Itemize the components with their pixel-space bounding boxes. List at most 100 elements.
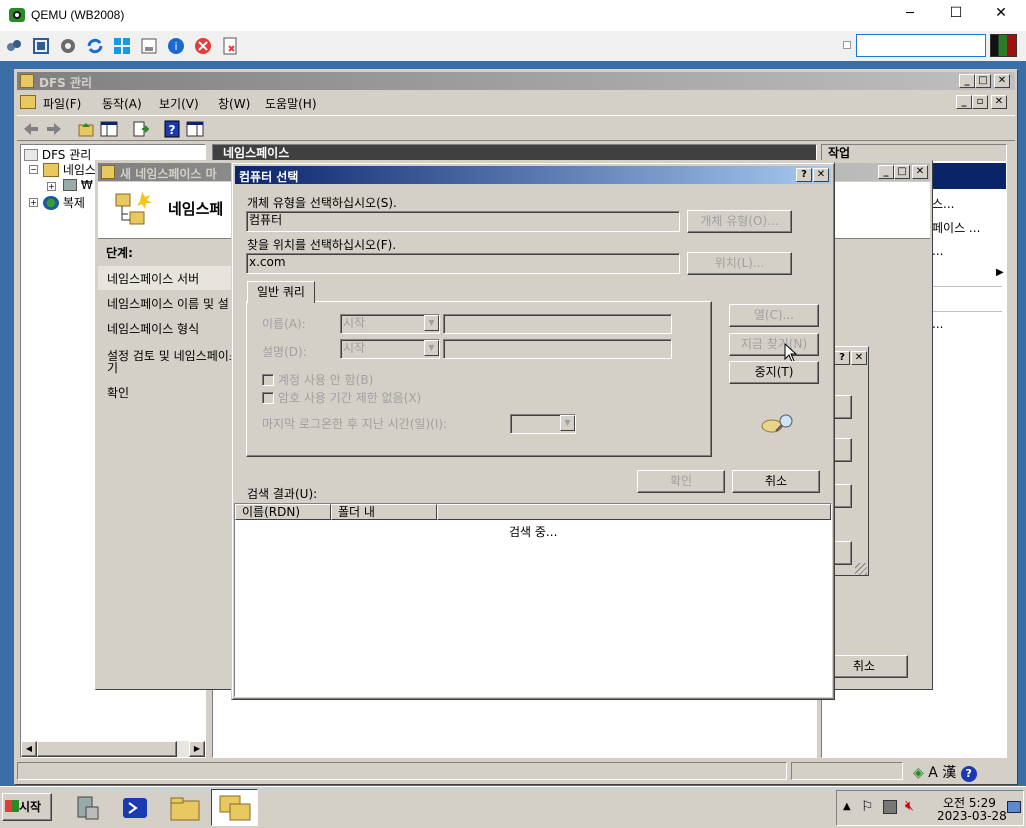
tray-date[interactable]: 2023-03-28: [937, 809, 1007, 823]
disk-icon[interactable]: [140, 37, 158, 55]
show-hide-tree-icon[interactable]: [100, 120, 118, 138]
tab-general-query[interactable]: 일반 쿼리: [247, 281, 315, 303]
export-list-icon[interactable]: [132, 120, 150, 138]
taskbar-dfs-button[interactable]: [211, 789, 258, 826]
properties-pane-icon[interactable]: [186, 120, 204, 138]
info-icon[interactable]: i: [167, 37, 185, 55]
subdialog-btn-1[interactable]: [832, 395, 852, 419]
dfs-close-button[interactable]: ✕: [994, 74, 1010, 88]
tray-flag-icon[interactable]: ⚐: [861, 799, 874, 815]
ime-hanja-icon[interactable]: 漢: [942, 765, 956, 781]
mdi-restore-button[interactable]: ▫: [972, 95, 988, 109]
menu-file[interactable]: 파일(F): [43, 95, 81, 112]
language-icon[interactable]: ◈: [913, 765, 924, 781]
last-logon-select[interactable]: ▼: [510, 414, 576, 434]
tray-network-icon[interactable]: [883, 800, 897, 814]
tree-expander-ns[interactable]: −: [29, 165, 38, 174]
qemu-close-button[interactable]: ✕: [986, 5, 1016, 21]
doc-close-icon[interactable]: [221, 37, 239, 55]
dialog-titlebar: 컴퓨터 선택 ? ✕: [235, 166, 831, 184]
menu-view[interactable]: 보기(V): [159, 95, 199, 112]
dialog-close-button[interactable]: ✕: [813, 168, 829, 182]
action-item-4[interactable]: ...: [932, 317, 943, 331]
svg-text:i: i: [174, 40, 177, 53]
menu-window[interactable]: 창(W): [218, 95, 250, 112]
wizard-maximize-button[interactable]: □: [894, 165, 910, 179]
windows-logo-icon[interactable]: [113, 37, 131, 55]
tree-node-ns-child[interactable]: ₩: [63, 178, 93, 192]
ns-server-icon: [63, 179, 77, 191]
search-flashlight-icon: [760, 411, 796, 440]
find-now-button[interactable]: 지금 찾기(N): [729, 333, 819, 356]
name-operator-select[interactable]: 시작 ▼: [340, 314, 440, 334]
col-header-name[interactable]: 이름(RDN): [235, 504, 331, 520]
gears-icon[interactable]: [5, 37, 23, 55]
ime-help-icon[interactable]: ?: [960, 766, 977, 782]
start-button[interactable]: 시작: [2, 793, 52, 821]
fullscreen-icon[interactable]: [32, 37, 50, 55]
subdialog-btn-3[interactable]: [832, 484, 852, 508]
quicklaunch-server-manager-icon[interactable]: [72, 793, 102, 823]
refresh-icon[interactable]: [86, 37, 104, 55]
location-button[interactable]: 위치(L)...: [687, 252, 792, 275]
name-value-input[interactable]: [443, 314, 672, 334]
forward-arrow-icon[interactable]: [45, 120, 63, 138]
action-item-1[interactable]: 스...: [932, 195, 954, 212]
wizard-minimize-button[interactable]: _: [878, 165, 894, 179]
scroll-left-arrow[interactable]: ◀: [21, 741, 37, 757]
tray-volume-muted-icon[interactable]: 🔇︎: [905, 798, 914, 814]
dialog-help-button[interactable]: ?: [796, 168, 812, 182]
tree-node-replication[interactable]: 복제: [43, 194, 85, 211]
col-header-folder[interactable]: 폴더 내: [331, 504, 437, 520]
description-value-input[interactable]: [443, 339, 672, 359]
subdialog-close-button[interactable]: ✕: [851, 351, 867, 365]
tray-show-desktop-icon[interactable]: [1007, 801, 1021, 813]
object-type-field: 컴퓨터: [246, 211, 680, 232]
action-item-2[interactable]: 페이스 ...: [932, 219, 980, 236]
menu-action[interactable]: 동작(A): [102, 95, 142, 112]
subdialog-btn-4[interactable]: [832, 541, 852, 565]
stop-button[interactable]: 중지(T): [729, 361, 819, 384]
wizard-title: 새 네임스페이스 마: [120, 167, 217, 181]
tree-expander-rep[interactable]: +: [29, 198, 38, 207]
chk-non-expiring-password[interactable]: 암호 사용 기간 제한 없음(X): [262, 389, 421, 406]
qemu-search-input[interactable]: [856, 34, 986, 57]
stop-icon[interactable]: [194, 37, 212, 55]
cancel-button[interactable]: 취소: [732, 470, 820, 493]
help-book-icon[interactable]: ?: [163, 120, 181, 138]
back-arrow-icon[interactable]: [22, 120, 40, 138]
status-ime-icons[interactable]: ◈ A 漢 ?: [913, 762, 1013, 782]
wizard-step-3: 네임스페이스 형식: [107, 322, 200, 336]
mdi-minimize-button[interactable]: _: [956, 95, 972, 109]
mdi-close-button[interactable]: ✕: [991, 95, 1007, 109]
qemu-maximize-button[interactable]: ☐: [941, 5, 971, 21]
dfs-minimize-button[interactable]: _: [959, 74, 975, 88]
menu-help[interactable]: 도움말(H): [265, 95, 317, 112]
object-type-button[interactable]: 개체 유형(O)...: [687, 210, 792, 233]
scroll-right-arrow[interactable]: ▶: [189, 741, 205, 757]
columns-button[interactable]: 열(C)...: [729, 304, 819, 327]
tree-hscrollbar[interactable]: ◀ ▶: [21, 741, 205, 757]
action-item-3[interactable]: ...: [932, 244, 943, 258]
dfs-menubar: 파일(F) 동작(A) 보기(V) 창(W) 도움말(H) _ ▫ ✕: [17, 92, 1015, 112]
tree-node-namespaces[interactable]: 네임스: [43, 161, 96, 178]
qemu-minimize-button[interactable]: ─: [895, 6, 925, 21]
quicklaunch-explorer-icon[interactable]: [168, 793, 202, 823]
scroll-thumb[interactable]: [37, 741, 177, 757]
tray-expand-icon[interactable]: ▲: [843, 801, 851, 812]
wizard-heading: 네임스페: [168, 200, 224, 218]
ok-button[interactable]: 확인: [637, 470, 725, 493]
chk-disabled-accounts[interactable]: 계정 사용 안 함(B): [262, 371, 373, 388]
subdialog-btn-2[interactable]: [832, 438, 852, 462]
dfs-maximize-button[interactable]: □: [975, 74, 991, 88]
ime-a-icon[interactable]: A: [928, 765, 938, 781]
qemu-title: QEMU (WB2008): [31, 8, 125, 22]
settings-gear-icon[interactable]: [59, 37, 77, 55]
resize-grip-icon[interactable]: [855, 563, 867, 575]
tree-expander-ns-child[interactable]: +: [47, 182, 56, 191]
description-operator-select[interactable]: 시작 ▼: [340, 339, 440, 359]
subdialog-help-button[interactable]: ?: [834, 351, 850, 365]
quicklaunch-powershell-icon[interactable]: [120, 793, 150, 823]
wizard-close-button[interactable]: ✕: [912, 165, 928, 179]
up-folder-icon[interactable]: [77, 120, 95, 138]
